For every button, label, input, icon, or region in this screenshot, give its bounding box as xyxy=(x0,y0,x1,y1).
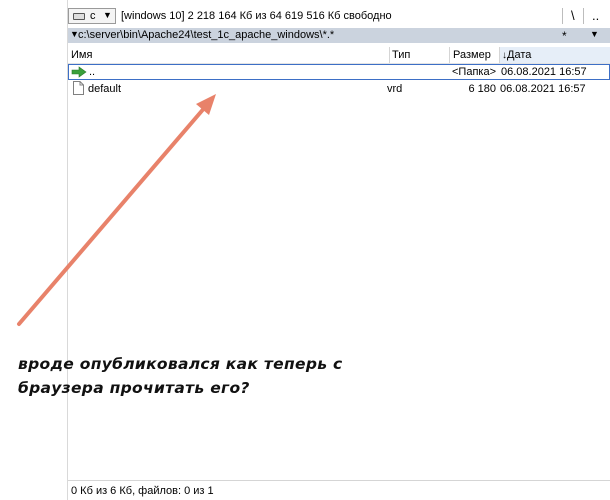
status-text: 0 Кб из 6 Кб, файлов: 0 из 1 xyxy=(71,485,214,497)
annotation-line: вроде опубликовался как теперь с xyxy=(18,355,343,373)
annotation-arrow xyxy=(17,94,216,326)
annotation-text: вроде опубликовался как теперь с браузер… xyxy=(18,352,438,400)
status-bar: 0 Кб из 6 Кб, файлов: 0 из 1 xyxy=(68,480,610,499)
annotation-line: браузера прочитать его? xyxy=(18,379,250,397)
